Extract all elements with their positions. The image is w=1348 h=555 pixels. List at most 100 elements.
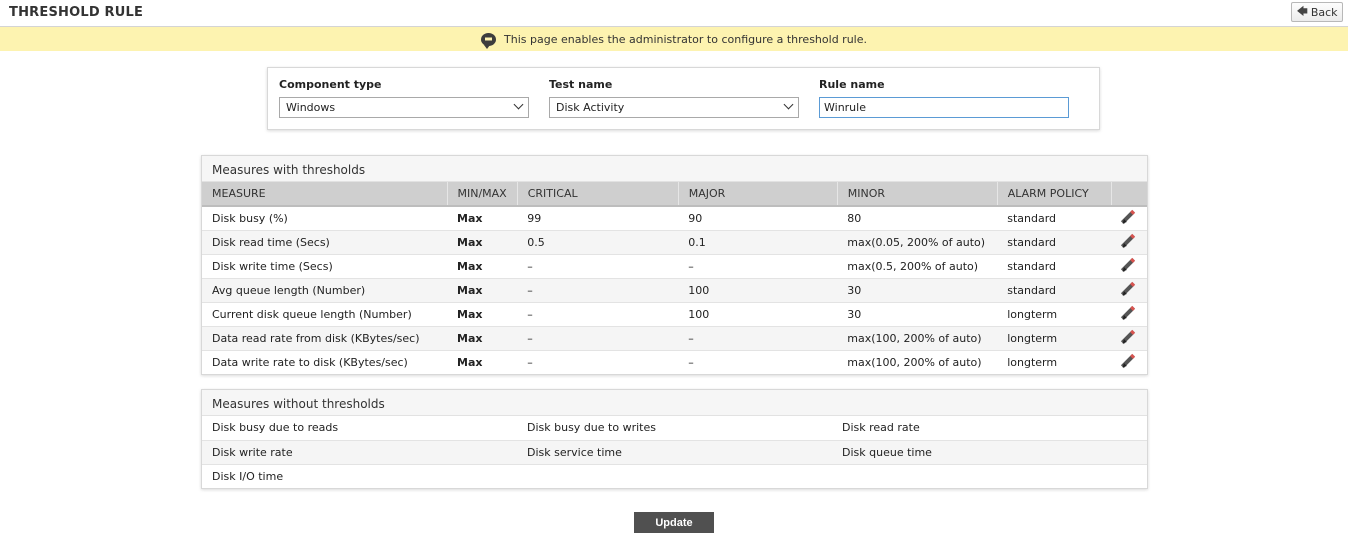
major-cell: – bbox=[678, 254, 838, 279]
measure-cell: Disk read time (Secs) bbox=[202, 230, 447, 255]
minmax-cell: Max bbox=[447, 278, 518, 303]
measure-item: Disk read rate bbox=[832, 416, 1147, 441]
test-name-select[interactable]: Disk Activity bbox=[549, 97, 799, 118]
measures-without-thresholds-table: Disk busy due to reads Disk busy due to … bbox=[202, 416, 1147, 488]
measure-item: Disk I/O time bbox=[212, 469, 284, 483]
minor-cell: 30 bbox=[837, 278, 998, 303]
chevron-down-icon bbox=[513, 99, 524, 110]
policy-cell: longterm bbox=[997, 326, 1112, 351]
column-header-major[interactable]: MAJOR bbox=[678, 182, 838, 207]
minor-cell: 30 bbox=[837, 302, 998, 327]
measure-cell: Disk busy (%) bbox=[202, 206, 447, 231]
column-header-critical[interactable]: CRITICAL bbox=[517, 182, 679, 207]
table-row: Current disk queue length (Number) Max –… bbox=[202, 302, 1147, 327]
pencil-icon[interactable] bbox=[1121, 330, 1135, 344]
measures-without-thresholds-panel: Measures without thresholds Disk busy du… bbox=[201, 389, 1148, 489]
major-cell: 100 bbox=[678, 278, 838, 303]
minor-cell: max(0.05, 200% of auto) bbox=[837, 230, 998, 255]
table-row: Disk read time (Secs) Max 0.5 0.1 max(0.… bbox=[202, 230, 1147, 255]
critical-cell: – bbox=[517, 326, 679, 351]
measure-cell: Current disk queue length (Number) bbox=[202, 302, 447, 327]
top-bar: THRESHOLD RULE 🡄 Back bbox=[0, 0, 1348, 27]
measure-cell: Avg queue length (Number) bbox=[202, 278, 447, 303]
minmax-cell: Max bbox=[447, 302, 518, 327]
edit-cell bbox=[1111, 350, 1147, 374]
chevron-down-icon bbox=[783, 99, 794, 110]
column-header-minmax[interactable]: MIN/MAX bbox=[447, 182, 518, 207]
edit-cell bbox=[1111, 302, 1147, 327]
list-row: Disk busy due to reads Disk busy due to … bbox=[202, 416, 1147, 441]
component-type-select[interactable]: Windows bbox=[279, 97, 529, 118]
back-arrow-icon: 🡄 bbox=[1296, 4, 1308, 18]
minmax-cell: Max bbox=[447, 230, 518, 255]
critical-cell: – bbox=[517, 254, 679, 279]
measure-item: Disk service time bbox=[517, 440, 832, 465]
rule-form: Component type Windows Test name Disk Ac… bbox=[267, 67, 1100, 130]
pencil-icon[interactable] bbox=[1121, 258, 1135, 272]
minor-cell: 80 bbox=[837, 206, 998, 231]
component-type-field: Component type Windows bbox=[279, 78, 529, 118]
test-name-field: Test name Disk Activity bbox=[549, 78, 799, 118]
list-row: Disk I/O time bbox=[202, 464, 1147, 488]
measure-item: Disk queue time bbox=[832, 440, 1147, 465]
measure-item: Disk write rate bbox=[202, 440, 517, 465]
table-row: Disk write time (Secs) Max – – max(0.5, … bbox=[202, 254, 1147, 279]
major-cell: 100 bbox=[678, 302, 838, 327]
pencil-icon[interactable] bbox=[1121, 306, 1135, 320]
minor-cell: max(100, 200% of auto) bbox=[837, 326, 998, 351]
thresholds-header-row: MEASURE MIN/MAX CRITICAL MAJOR MINOR ALA… bbox=[202, 182, 1147, 207]
measure-item bbox=[517, 464, 832, 488]
edit-cell bbox=[1111, 230, 1147, 255]
minor-cell: max(100, 200% of auto) bbox=[847, 355, 982, 369]
critical-cell: 0.5 bbox=[517, 230, 679, 255]
minmax-cell: Max bbox=[457, 355, 483, 369]
info-banner-text: This page enables the administrator to c… bbox=[504, 32, 867, 46]
minmax-cell: Max bbox=[447, 326, 518, 351]
table-row: Data read rate from disk (KBytes/sec) Ma… bbox=[202, 326, 1147, 351]
policy-cell: standard bbox=[997, 278, 1112, 303]
component-type-value: Windows bbox=[286, 101, 336, 114]
minmax-cell: Max bbox=[447, 206, 518, 231]
pencil-icon[interactable] bbox=[1121, 354, 1135, 368]
table-row: Data write rate to disk (KBytes/sec) Max… bbox=[202, 350, 1147, 374]
critical-cell: 99 bbox=[517, 206, 679, 231]
pencil-icon[interactable] bbox=[1121, 234, 1135, 248]
policy-cell: longterm bbox=[1007, 355, 1058, 369]
policy-cell: standard bbox=[997, 230, 1112, 255]
major-cell: – bbox=[678, 326, 838, 351]
chat-bubble-icon bbox=[481, 32, 497, 49]
measure-item: Disk busy due to writes bbox=[517, 416, 832, 441]
list-row: Disk write rate Disk service time Disk q… bbox=[202, 440, 1147, 465]
column-header-minor[interactable]: MINOR bbox=[837, 182, 998, 207]
table-row: Disk busy (%) Max 99 90 80 standard bbox=[202, 206, 1147, 231]
column-header-measure[interactable]: MEASURE bbox=[202, 182, 448, 207]
critical-cell: – bbox=[517, 278, 679, 303]
critical-cell: – bbox=[527, 355, 533, 369]
back-button[interactable]: 🡄 Back bbox=[1291, 2, 1343, 22]
policy-cell: longterm bbox=[997, 302, 1112, 327]
update-button[interactable]: Update bbox=[634, 512, 714, 533]
pencil-icon[interactable] bbox=[1121, 282, 1135, 296]
measure-cell: Data write rate to disk (KBytes/sec) bbox=[212, 355, 408, 369]
pencil-icon[interactable] bbox=[1121, 210, 1135, 224]
column-header-actions bbox=[1111, 182, 1147, 207]
minmax-cell: Max bbox=[447, 254, 518, 279]
measure-cell: Data read rate from disk (KBytes/sec) bbox=[202, 326, 447, 351]
test-name-value: Disk Activity bbox=[556, 101, 625, 114]
minor-cell: max(0.5, 200% of auto) bbox=[837, 254, 998, 279]
edit-cell bbox=[1111, 206, 1147, 231]
back-label: Back bbox=[1310, 5, 1338, 19]
rule-name-label: Rule name bbox=[819, 78, 885, 91]
measure-item bbox=[832, 464, 1147, 488]
edit-cell bbox=[1111, 326, 1147, 351]
measures-with-thresholds-panel: Measures with thresholds MEASURE MIN/MAX… bbox=[201, 155, 1148, 375]
table-row: Avg queue length (Number) Max – 100 30 s… bbox=[202, 278, 1147, 303]
measure-item: Disk busy due to reads bbox=[202, 416, 517, 441]
policy-cell: standard bbox=[997, 254, 1112, 279]
rule-name-input[interactable] bbox=[819, 97, 1069, 118]
info-banner: This page enables the administrator to c… bbox=[0, 27, 1348, 51]
measure-cell: Disk write time (Secs) bbox=[202, 254, 447, 279]
measures-with-thresholds-title: Measures with thresholds bbox=[202, 156, 1147, 182]
page-title: THRESHOLD RULE bbox=[9, 5, 144, 20]
column-header-alarm-policy[interactable]: ALARM POLICY bbox=[997, 182, 1112, 207]
